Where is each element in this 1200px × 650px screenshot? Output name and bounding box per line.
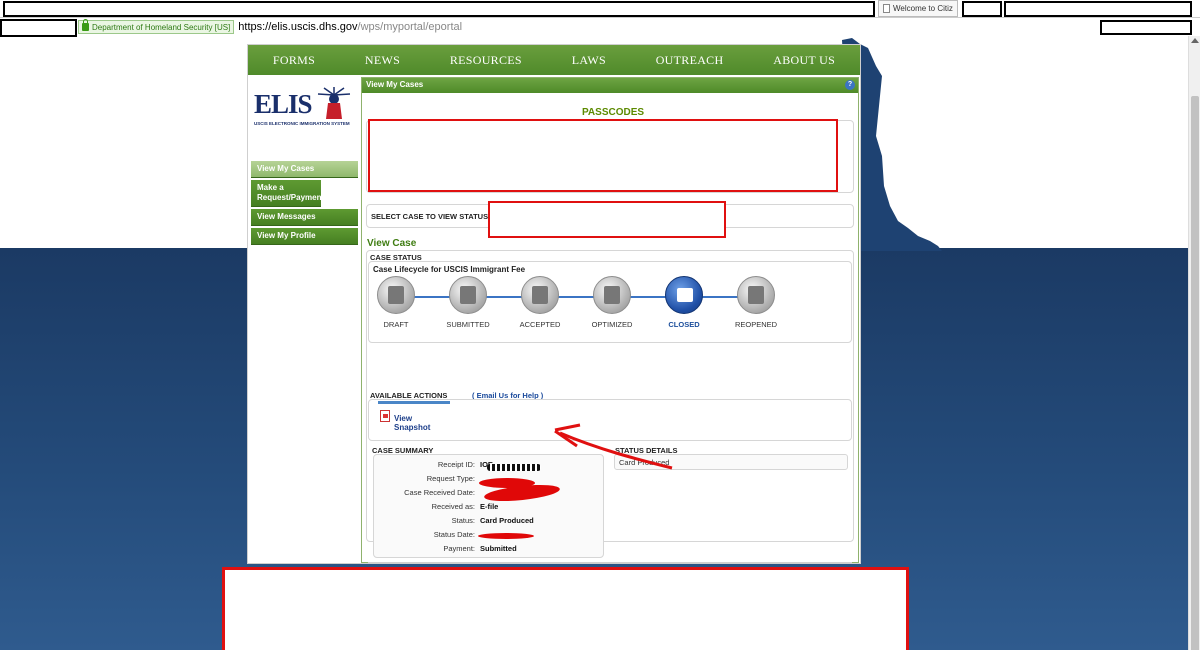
annotation-arrow-icon xyxy=(554,423,673,470)
bottom-redaction-box xyxy=(222,567,909,650)
